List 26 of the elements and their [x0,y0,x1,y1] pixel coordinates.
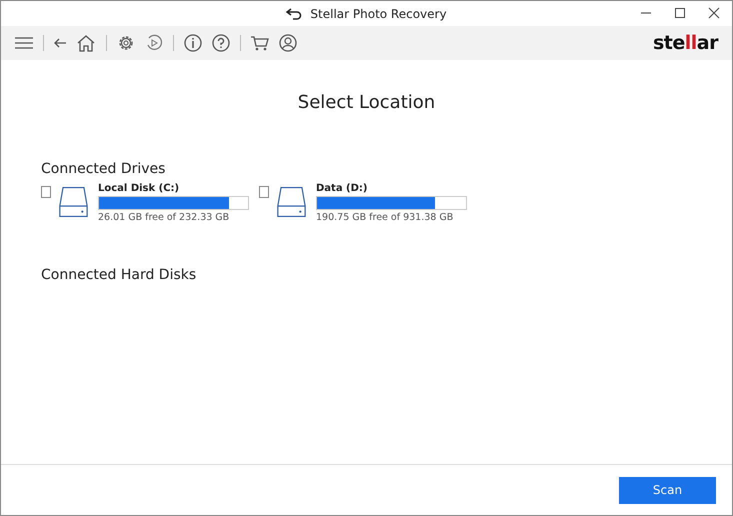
user-icon[interactable] [279,34,297,52]
checkbox[interactable] [259,186,270,198]
logo-text: ar [696,32,718,54]
cart-icon[interactable] [251,35,269,51]
checkbox[interactable] [41,186,52,198]
section-title: Connected Hard Disks [41,267,198,283]
drive-capacity: 190.75 GB free of 931.38 GB [316,212,454,223]
maximize-icon[interactable] [674,7,686,19]
close-icon[interactable] [708,7,720,19]
home-icon[interactable] [76,34,96,52]
scan-button[interactable]: Scan [619,476,716,504]
back-icon[interactable] [54,38,66,48]
logo-text: ll [684,32,697,54]
drive-name: Local Disk (C:) [98,183,180,194]
settings-icon[interactable] [117,34,135,52]
drive-capacity: 26.01 GB free of 232.33 GB [98,212,230,223]
drive-name: Data (D:) [316,183,368,194]
resume-icon[interactable] [145,34,163,52]
help-icon[interactable] [212,34,230,52]
back-arrow-icon [286,8,302,20]
section-title: Connected Drives [41,161,166,177]
info-icon[interactable] [184,34,202,52]
logo-text: ste [652,32,685,54]
menu-icon[interactable] [15,37,33,49]
window-title: Stellar Photo Recovery [310,6,447,20]
page-heading: Select Location [296,92,436,113]
